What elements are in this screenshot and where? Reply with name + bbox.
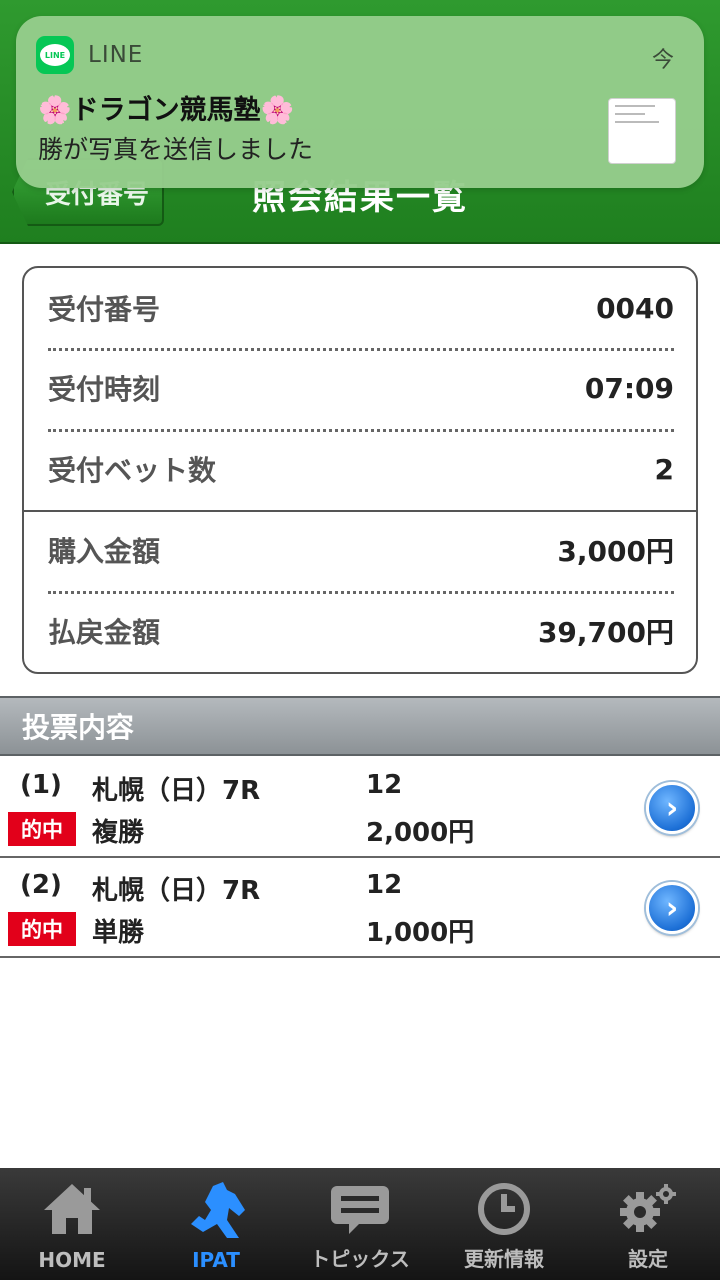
notification-body: 勝が写真を送信しました (38, 135, 314, 164)
summary-row-receipt-number: 受付番号 0040 (48, 268, 674, 348)
tab-label: HOME (38, 1248, 106, 1272)
bet-details-section-header: 投票内容 (0, 696, 720, 756)
tab-home[interactable]: HOME (0, 1168, 144, 1280)
notification-app-name: LINE (88, 42, 144, 68)
summary-row-payout-amount: 払戻金額 39,700円 (48, 591, 674, 671)
house-icon (44, 1184, 100, 1234)
line-notification-banner[interactable]: LINE LINE 今 🌸ドラゴン競馬塾🌸 勝が写真を送信しました (16, 16, 704, 188)
line-logo-icon: LINE (36, 36, 74, 74)
tab-label: 設定 (628, 1247, 668, 1271)
summary-label: 受付ベット数 (48, 454, 217, 487)
notification-image-thumbnail (608, 98, 676, 164)
bet-number: (2) (20, 870, 62, 900)
win-badge: 的中 (8, 912, 76, 946)
bet-horse-number: 12 (366, 770, 403, 800)
tab-label: トピックス (310, 1247, 410, 1271)
tab-settings[interactable]: 設定 (576, 1168, 720, 1280)
summary-row-bet-count: 受付ベット数 2 (48, 429, 674, 509)
summary-row-purchase-amount: 購入金額 3,000円 (48, 510, 674, 590)
bet-number: (1) (20, 770, 62, 800)
tab-ipat[interactable]: IPAT (144, 1168, 288, 1280)
chevron-right-icon[interactable]: › (646, 882, 698, 934)
summary-value: 2 (654, 452, 674, 486)
tab-label: 更新情報 (464, 1247, 544, 1271)
summary-value: 07:09 (584, 371, 674, 405)
speech-bubble-icon (331, 1186, 389, 1234)
bet-type: 単勝 (92, 918, 145, 948)
summary-label: 受付時刻 (48, 373, 161, 406)
summary-value: 3,000円 (557, 535, 674, 568)
chevron-right-icon[interactable]: › (646, 782, 698, 834)
notification-title: 🌸ドラゴン競馬塾🌸 (38, 95, 295, 126)
bottom-tab-bar: HOME IPAT トピックス 更新情報 設定 (0, 1168, 720, 1280)
notification-time: 今 (651, 48, 674, 73)
bet-race: 札幌（日）7R (92, 876, 261, 906)
horse-icon (191, 1182, 245, 1238)
line-logo-text: LINE (40, 44, 70, 66)
summary-card: 受付番号 0040 受付時刻 07:09 受付ベット数 2 購入金額 3,000… (22, 266, 698, 674)
bet-race: 札幌（日）7R (92, 776, 261, 806)
summary-row-receipt-time: 受付時刻 07:09 (48, 348, 674, 428)
summary-value: 0040 (596, 291, 674, 325)
bet-row[interactable]: (1) 札幌（日）7R 12 的中 複勝 2,000円 › (0, 758, 720, 858)
tab-updates[interactable]: 更新情報 (432, 1168, 576, 1280)
bet-row[interactable]: (2) 札幌（日）7R 12 的中 単勝 1,000円 › (0, 858, 720, 958)
summary-label: 受付番号 (48, 293, 161, 326)
tab-topics[interactable]: トピックス (288, 1168, 432, 1280)
bet-amount: 1,000円 (366, 918, 475, 948)
summary-label: 払戻金額 (48, 616, 161, 649)
tab-label: IPAT (192, 1248, 240, 1272)
bet-horse-number: 12 (366, 870, 403, 900)
summary-label: 購入金額 (48, 535, 161, 568)
summary-value: 39,700円 (537, 616, 674, 649)
gear-icon (620, 1184, 676, 1232)
win-badge: 的中 (8, 812, 76, 846)
clock-icon (478, 1183, 530, 1235)
bet-amount: 2,000円 (366, 818, 475, 848)
bet-type: 複勝 (92, 818, 145, 848)
